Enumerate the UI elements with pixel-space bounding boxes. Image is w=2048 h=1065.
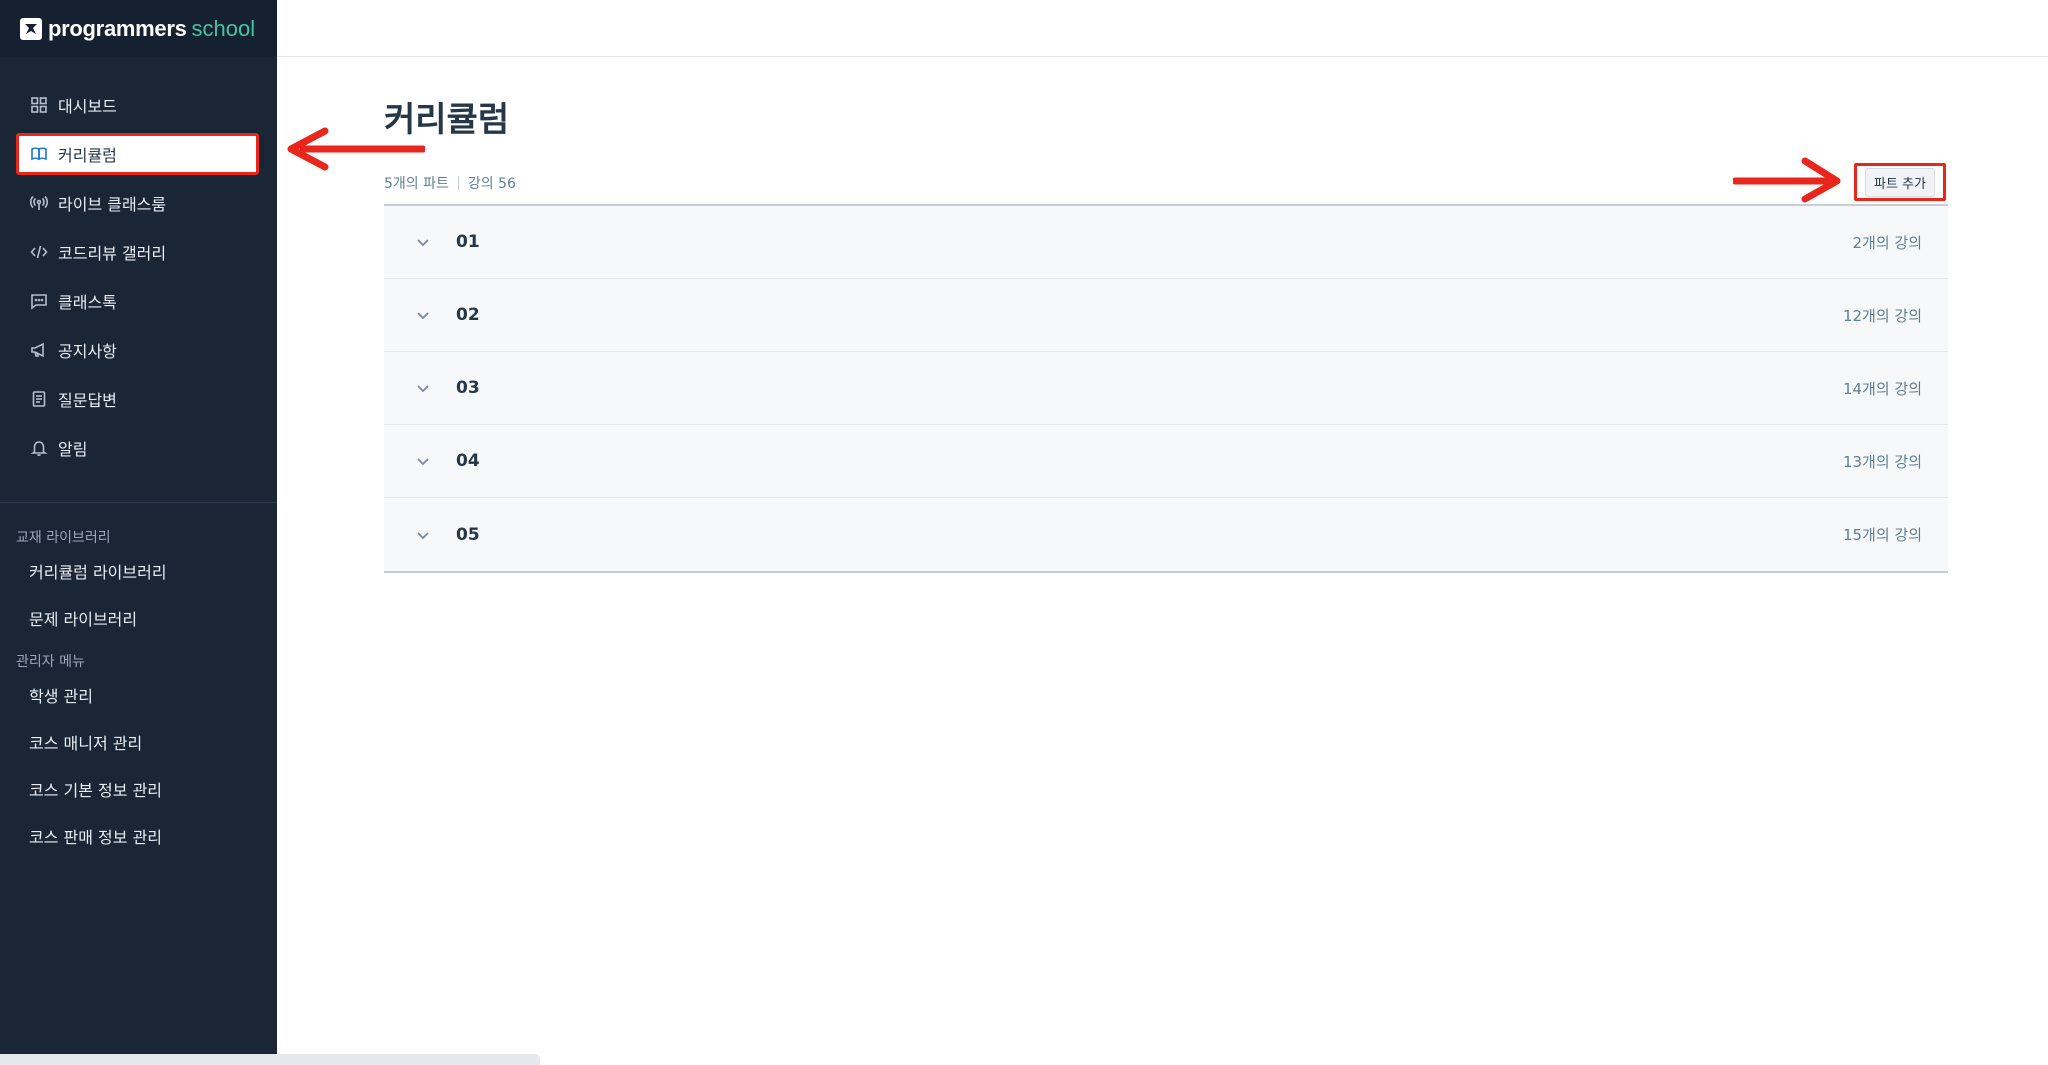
bell-icon: [29, 438, 49, 458]
library-section-title: 교재 라이브러리: [16, 530, 111, 546]
part-row[interactable]: 04 13개의 강의: [384, 425, 1948, 498]
sidebar-item-course-manager-management[interactable]: 코스 매니저 관리: [0, 718, 277, 765]
part-lecture-count: 14개의 강의: [1842, 379, 1922, 398]
logo-icon: [20, 17, 42, 40]
broadcast-icon: [29, 193, 49, 213]
sidebar-item-dashboard[interactable]: 대시보드: [0, 80, 277, 129]
chevron-down-icon[interactable]: [413, 305, 433, 325]
sidebar-item-label: 코드리뷰 갤러리: [58, 243, 167, 263]
parts-list: 01 2개의 강의 02 12개의 강의 03 14개의 강의 04 13개의 …: [384, 204, 1948, 573]
sidebar-item-label: 커리큘럼: [58, 145, 117, 165]
sidebar-item-label: 질문답변: [58, 390, 117, 410]
sidebar-item-label: 클래스톡: [58, 292, 117, 312]
annotation-arrow-left: [287, 127, 425, 171]
sidebar-item-curriculum-library[interactable]: 커리큘럼 라이브러리: [0, 547, 277, 594]
part-number: 05: [456, 524, 480, 545]
sidebar-divider: [0, 502, 277, 503]
chevron-down-icon[interactable]: [413, 378, 433, 398]
logo-name: programmers: [48, 15, 187, 41]
annotation-highlight-box: [16, 133, 259, 175]
part-row[interactable]: 03 14개의 강의: [384, 352, 1948, 425]
part-row[interactable]: 05 15개의 강의: [384, 498, 1948, 571]
parts-count: 5개의 파트: [384, 176, 449, 192]
sidebar-item-course-sales-info[interactable]: 코스 판매 정보 관리: [0, 812, 277, 859]
sidebar-item-course-basic-info[interactable]: 코스 기본 정보 관리: [0, 765, 277, 812]
sidebar-item-label: 공지사항: [58, 341, 117, 361]
sidebar-item-code-review[interactable]: 코드리뷰 갤러리: [0, 227, 277, 276]
part-row[interactable]: 02 12개의 강의: [384, 279, 1948, 352]
sidebar-item-label: 대시보드: [58, 96, 117, 116]
summary-divider: [457, 176, 459, 190]
document-icon: [29, 389, 49, 409]
chevron-down-icon[interactable]: [413, 232, 433, 252]
sidebar-item-notifications[interactable]: 알림: [0, 423, 277, 472]
add-part-button[interactable]: 파트 추가: [1865, 167, 1935, 197]
part-lecture-count: 15개의 강의: [1842, 526, 1922, 544]
top-bar: [277, 0, 2048, 57]
sidebar-item-notice[interactable]: 공지사항: [0, 325, 277, 374]
megaphone-icon: [29, 340, 49, 360]
lectures-total: 강의 56: [467, 176, 516, 192]
annotation-highlight-box: 파트 추가: [1854, 163, 1946, 201]
logo[interactable]: programmers school: [0, 0, 277, 57]
sidebar-item-qna[interactable]: 질문답변: [0, 374, 277, 423]
sidebar-item-live-classroom[interactable]: 라이브 클래스룸: [0, 178, 277, 227]
sidebar-item-problem-library[interactable]: 문제 라이브러리: [0, 594, 277, 641]
chat-icon: [29, 291, 49, 311]
sidebar-item-curriculum[interactable]: 커리큘럼: [0, 129, 277, 178]
horizontal-scrollbar[interactable]: [0, 1054, 540, 1065]
part-number: 01: [456, 232, 480, 252]
chevron-down-icon[interactable]: [413, 451, 433, 471]
sidebar-nav: 대시보드 커리큘럼 라이브 클래스룸 코드리뷰 갤러리 클래스톡 공지사항 질문…: [0, 57, 277, 472]
chevron-down-icon[interactable]: [413, 525, 433, 545]
sidebar-item-label: 라이브 클래스룸: [58, 194, 167, 214]
part-number: 02: [456, 305, 480, 325]
part-lecture-count: 2개의 강의: [1852, 233, 1922, 252]
part-number: 04: [456, 451, 480, 471]
sidebar-item-classtalk[interactable]: 클래스톡: [0, 276, 277, 325]
part-row[interactable]: 01 2개의 강의: [384, 206, 1948, 279]
part-number: 03: [456, 378, 480, 398]
part-lecture-count: 12개의 강의: [1842, 306, 1922, 325]
admin-section-title: 관리자 메뉴: [16, 654, 85, 670]
logo-suffix: school: [191, 15, 256, 41]
dashboard-icon: [29, 95, 49, 115]
annotation-arrow-right: [1733, 157, 1841, 203]
sidebar: programmers school 대시보드 커리큘럼 라이브 클래스룸 코드…: [0, 0, 277, 1058]
part-lecture-count: 13개의 강의: [1842, 452, 1922, 471]
book-icon: [29, 144, 49, 164]
sidebar-item-label: 알림: [58, 439, 88, 459]
curriculum-summary: 5개의 파트 강의 56: [384, 173, 516, 193]
code-icon: [29, 242, 49, 262]
sidebar-item-student-management[interactable]: 학생 관리: [0, 671, 277, 718]
